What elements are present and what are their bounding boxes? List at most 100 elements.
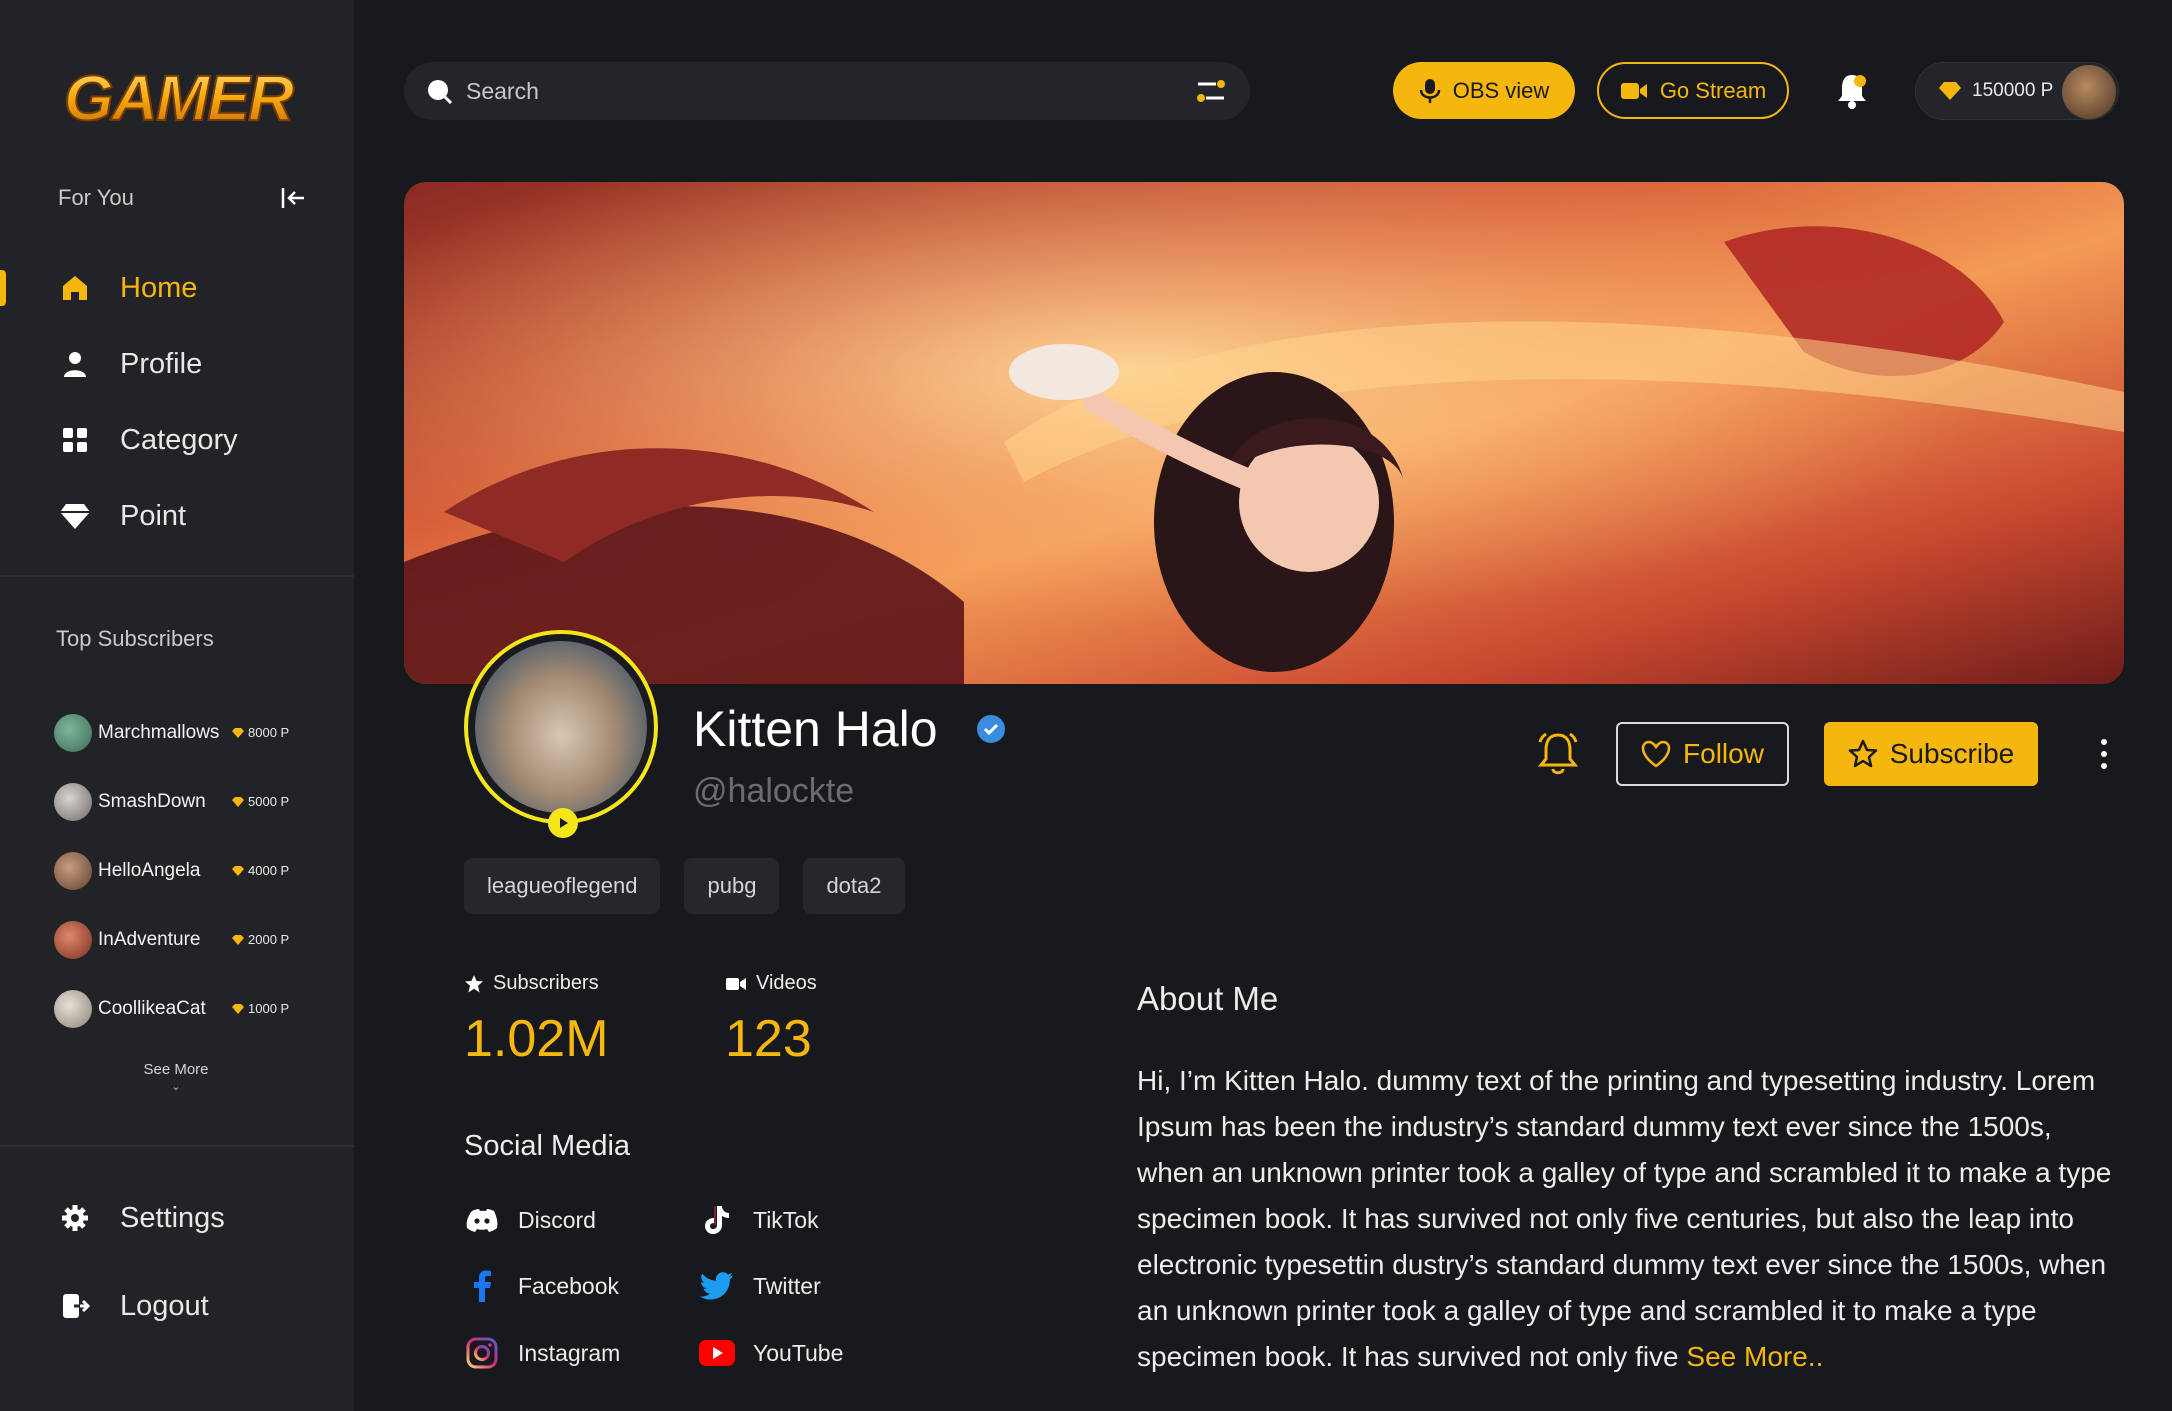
sidebar: GAMER For You Home Profile Category Poin… <box>0 0 354 1411</box>
sidebar-divider <box>0 575 354 577</box>
notification-bell-icon[interactable] <box>1835 72 1869 110</box>
about-me-title: About Me <box>1137 980 1279 1017</box>
social-link-youtube[interactable]: YouTube <box>699 1335 843 1371</box>
diamond-icon <box>58 499 92 533</box>
profile-banner <box>404 182 2124 684</box>
profile-avatar[interactable] <box>464 630 658 824</box>
star-icon <box>1848 739 1877 768</box>
videos-stat: Videos 123 <box>725 972 817 1069</box>
diamond-icon <box>232 727 244 738</box>
subscriber-points: 5000 P <box>232 794 289 809</box>
subscriber-row[interactable]: InAdventure 2000 P <box>54 905 314 974</box>
verified-badge-icon <box>977 715 1005 743</box>
go-stream-button[interactable]: Go Stream <box>1597 62 1789 119</box>
home-icon <box>58 271 92 305</box>
for-you-row: For You <box>58 183 308 213</box>
diamond-icon <box>1939 82 1961 100</box>
see-more-link[interactable]: See More.. <box>1686 1341 1823 1372</box>
logo-text: GAMER <box>64 62 294 134</box>
social-link-instagram[interactable]: Instagram <box>464 1335 620 1371</box>
see-more-subscribers[interactable]: See More ⌄ <box>96 1061 256 1093</box>
social-link-twitter[interactable]: Twitter <box>699 1268 821 1304</box>
microphone-icon <box>1419 78 1440 103</box>
nav-label-profile: Profile <box>120 347 203 380</box>
obs-view-button[interactable]: OBS view <box>1393 62 1575 119</box>
subscriber-points: 4000 P <box>232 863 289 878</box>
follow-label: Follow <box>1683 738 1764 769</box>
subscribers-value: 1.02M <box>464 1010 609 1068</box>
heart-icon <box>1641 740 1671 768</box>
collapse-sidebar-icon[interactable] <box>278 183 308 213</box>
tiktok-label: TikTok <box>753 1206 819 1233</box>
user-avatar <box>2062 65 2116 119</box>
nav-item-category[interactable]: Category <box>0 402 354 478</box>
filter-icon[interactable] <box>1194 74 1228 108</box>
tiktok-icon <box>699 1202 735 1238</box>
avatar <box>54 782 92 821</box>
gear-icon <box>58 1201 92 1235</box>
search-input[interactable] <box>466 77 1194 105</box>
subscriber-name: SmashDown <box>98 790 206 812</box>
diamond-icon <box>232 796 244 807</box>
chevron-down-icon: ⌄ <box>171 1081 181 1093</box>
subscriber-row[interactable]: HelloAngela 4000 P <box>54 836 314 905</box>
subscriber-name: HelloAngela <box>98 859 201 881</box>
tag-chip[interactable]: leagueoflegend <box>464 858 661 914</box>
nav-label-home: Home <box>120 271 198 304</box>
discord-icon <box>464 1202 500 1238</box>
more-options-icon[interactable] <box>2090 728 2118 780</box>
points-balance[interactable]: 150000 P <box>1915 62 2119 120</box>
social-link-facebook[interactable]: Facebook <box>464 1268 619 1304</box>
tag-chip[interactable]: pubg <box>684 858 780 914</box>
subscriber-row[interactable]: CoollikeaCat 1000 P <box>54 974 314 1043</box>
live-indicator-icon <box>548 808 578 838</box>
instagram-icon <box>464 1335 500 1371</box>
nav-item-settings[interactable]: Settings <box>0 1174 354 1262</box>
star-icon <box>465 974 483 992</box>
follow-button[interactable]: Follow <box>1616 722 1789 786</box>
diamond-icon <box>232 1003 244 1014</box>
subscriber-points: 1000 P <box>232 1001 289 1016</box>
social-link-tiktok[interactable]: TikTok <box>699 1202 819 1238</box>
subscriber-name: CoollikeaCat <box>98 997 206 1019</box>
instagram-label: Instagram <box>518 1339 621 1366</box>
subscribe-label: Subscribe <box>1889 738 2015 769</box>
game-tags: leagueoflegend pubg dota2 <box>464 858 905 914</box>
bottom-nav: Settings Logout <box>0 1174 354 1350</box>
profile-name: Kitten Halo <box>693 701 938 757</box>
social-media-title: Social Media <box>464 1130 631 1162</box>
videos-value: 123 <box>725 1010 812 1068</box>
nav-item-logout[interactable]: Logout <box>0 1262 354 1350</box>
social-link-discord[interactable]: Discord <box>464 1202 596 1238</box>
video-camera-icon <box>1620 82 1647 99</box>
nav-label-logout: Logout <box>120 1289 209 1322</box>
top-subscribers-title: Top Subscribers <box>56 626 214 651</box>
see-more-label: See More <box>143 1061 209 1078</box>
about-me-text: Hi, I’m Kitten Halo. dummy text of the p… <box>1137 1058 2112 1380</box>
diamond-icon <box>232 934 244 945</box>
nav-label-settings: Settings <box>120 1201 225 1234</box>
nav-item-profile[interactable]: Profile <box>0 326 354 402</box>
subscribe-button[interactable]: Subscribe <box>1824 722 2038 786</box>
search-icon <box>428 80 452 104</box>
facebook-label: Facebook <box>518 1272 620 1299</box>
videos-label: Videos <box>756 972 817 994</box>
about-me-body: Hi, I’m Kitten Halo. dummy text of the p… <box>1137 1065 2112 1372</box>
gamer-logo[interactable]: GAMER <box>58 58 298 136</box>
nav-item-point[interactable]: Point <box>0 478 354 554</box>
grid-icon <box>58 423 92 457</box>
avatar-image <box>475 641 647 813</box>
subscriber-row[interactable]: Marchmallows 8000 P <box>54 698 314 767</box>
subscriber-name: InAdventure <box>98 928 201 950</box>
subscriber-points: 8000 P <box>232 725 289 740</box>
avatar <box>54 989 92 1028</box>
subscriber-row[interactable]: SmashDown 5000 P <box>54 767 314 836</box>
notification-bell-icon[interactable] <box>1537 730 1579 776</box>
search-bar <box>404 62 1250 120</box>
nav-item-home[interactable]: Home <box>0 250 354 326</box>
youtube-label: YouTube <box>753 1339 844 1366</box>
points-value: 150000 P <box>1972 80 2054 101</box>
tag-chip[interactable]: dota2 <box>803 858 905 914</box>
for-you-label: For You <box>58 185 134 210</box>
top-subscribers-list: Marchmallows 8000 P SmashDown 5000 P Hel… <box>54 698 314 1043</box>
